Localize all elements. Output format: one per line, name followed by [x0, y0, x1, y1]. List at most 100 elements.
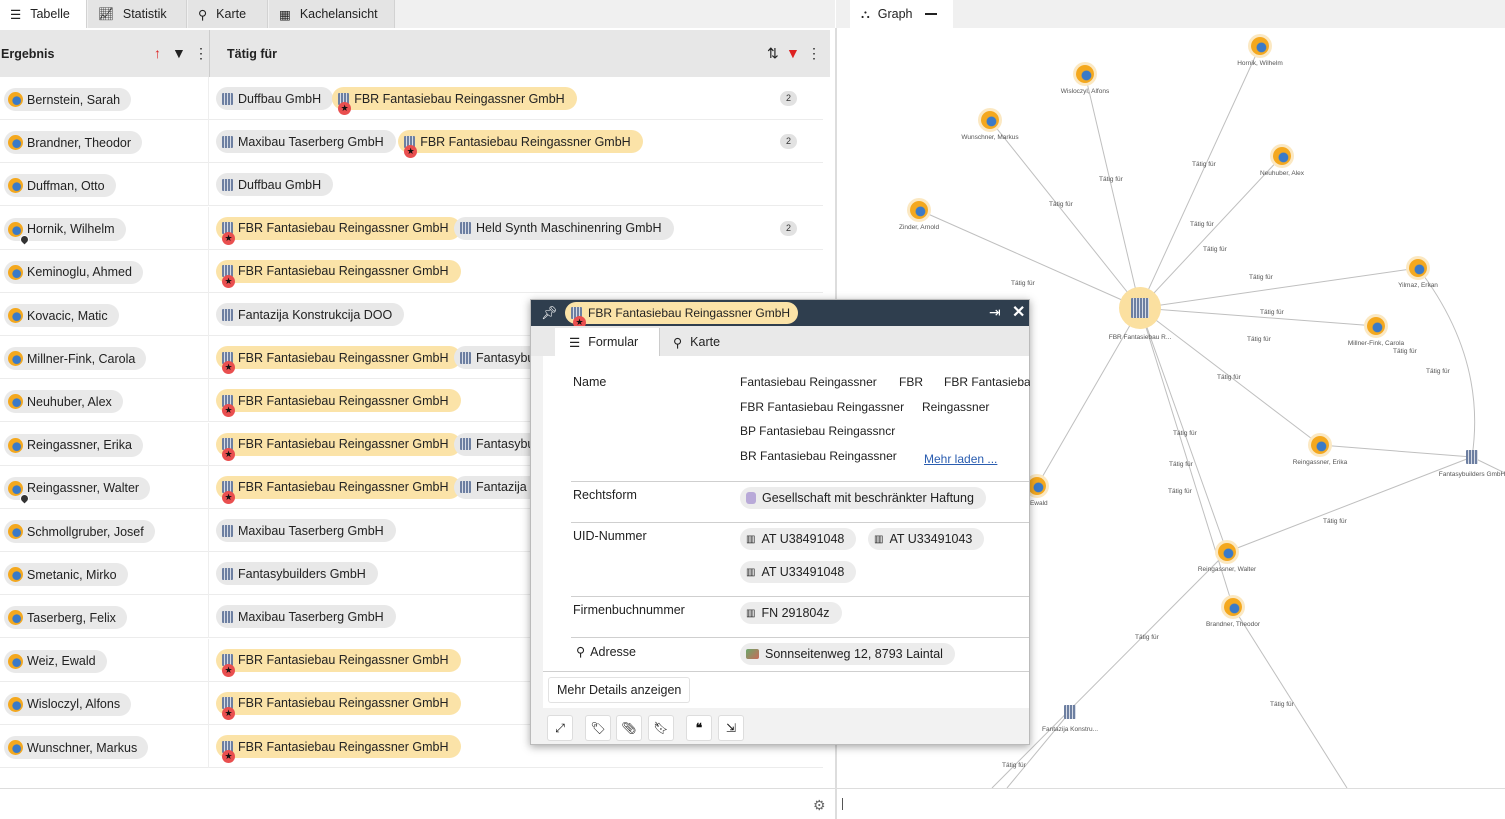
table-row[interactable]: Duffman, Otto Duffbau GmbH [0, 163, 823, 207]
graph-person-node[interactable] [1076, 65, 1094, 83]
table-row[interactable]: Keminoglu, Ahmed FBR Fantasiebau Reingass… [0, 249, 823, 293]
table-header: Ergebnis ↑ ▼ ⋮ Tätig für ⇅ ▼ ⋮ [0, 30, 830, 77]
expand-icon[interactable]: ⤢ [548, 716, 572, 740]
tab-map[interactable]: ⚲ Karte [188, 0, 268, 28]
table-row[interactable]: Brandner, Theodor Maxibau Taserberg GmbH F… [0, 120, 823, 164]
company-chip[interactable]: Held Synth Maschinenring GmbH [454, 216, 674, 240]
graph-person-node[interactable] [1367, 317, 1385, 335]
star-icon: ★ [222, 490, 235, 504]
person-icon [8, 135, 23, 151]
company-chip[interactable]: Maxibau Taserberg GmbH [216, 605, 396, 629]
person-chip[interactable]: Keminoglu, Ahmed [4, 260, 143, 284]
company-chip[interactable]: Duffbau GmbH [216, 87, 334, 110]
address-label: ⚲ Adresse [576, 645, 637, 659]
uid-chip[interactable]: ▥ AT U33491048 [740, 561, 857, 583]
graph-company-node[interactable] [1466, 450, 1478, 464]
more-details-button[interactable]: Mehr Details anzeigen [549, 678, 690, 702]
uid-chip[interactable]: ▥ AT U33491043 [868, 528, 985, 550]
person-chip[interactable]: Smetanic, Mirko [4, 563, 128, 587]
tag-icon[interactable]: 🏷︎ [586, 716, 610, 740]
graph-person-node[interactable] [910, 201, 928, 219]
uid-chip[interactable]: ▥ AT U38491048 [740, 528, 857, 550]
table-row[interactable]: Hornik, Wilhelm FBR Fantasiebau Reingassn… [0, 206, 823, 250]
popup-tab-form[interactable]: ☰ Formular [555, 328, 659, 356]
open-in-icon[interactable]: ⇥ [989, 304, 1001, 321]
graph-edge-label: Tätig für [1099, 176, 1123, 183]
tab-graph[interactable]: ⛬ Graph [850, 0, 953, 28]
graph-person-node[interactable] [1311, 436, 1329, 454]
graph-person-node[interactable] [1409, 259, 1427, 277]
tab-table[interactable]: ☰ Tabelle [0, 0, 87, 28]
attachment-icon[interactable]: 📎︎ [617, 716, 641, 740]
company-chip[interactable]: Maxibau Taserberg GmbH [216, 519, 396, 542]
company-chip-primary[interactable]: FBR Fantasiebau Reingassner GmbH ★ [216, 735, 461, 763]
person-chip[interactable]: Hornik, Wilhelm [4, 217, 126, 246]
tab-tiles[interactable]: ▦ Kachelansicht [269, 0, 395, 28]
person-chip[interactable]: Taserberg, Felix [4, 606, 127, 630]
graph-person-node[interactable] [981, 111, 999, 129]
company-chip-primary[interactable]: FBR Fantasiebau Reingassner GmbH ★ [216, 389, 461, 418]
legal-form-chip[interactable]: Gesellschaft mit beschränkter Haftung [740, 487, 986, 509]
graph-center-node[interactable] [1119, 287, 1161, 329]
filter-icon[interactable]: ▼ [172, 46, 186, 60]
person-chip[interactable]: Weiz, Ewald [4, 649, 107, 673]
table-row[interactable]: Bernstein, Sarah Duffbau GmbH FBR Fantasie… [0, 77, 823, 120]
company-chip[interactable]: Maxibau Taserberg GmbH [216, 130, 396, 154]
person-chip[interactable]: Wisloczyl, Alfons [4, 692, 132, 716]
address-chip[interactable]: Sonnseitenweg 12, 8793 Laintal [740, 643, 955, 665]
export-icon[interactable]: ⇲ [719, 716, 743, 740]
company-chip-primary[interactable]: FBR Fantasiebau Reingassner GmbH ★ [332, 87, 577, 115]
pin-icon[interactable]: 📌︎ [541, 305, 558, 321]
graph-person-node[interactable] [1273, 147, 1291, 165]
close-icon[interactable]: ✕ [1012, 302, 1025, 322]
company-chip-primary[interactable]: FBR Fantasiebau Reingassner GmbH ★ [216, 648, 461, 677]
person-chip[interactable]: Reingassner, Erika [4, 433, 143, 457]
company-chip[interactable]: Duffbau GmbH [216, 173, 334, 197]
person-chip[interactable]: Millner-Fink, Carola [4, 347, 147, 371]
graph-person-node[interactable] [1251, 37, 1269, 55]
company-chip[interactable]: Fantazija Konstrukcija DOO [216, 303, 405, 326]
company-chip-primary[interactable]: FBR Fantasiebau Reingassner GmbH ★ [216, 475, 461, 504]
register-chip[interactable]: ▥ FN 291804z [740, 602, 842, 624]
more-options-icon[interactable]: ⋮ [807, 46, 821, 60]
settings-gear-icon[interactable]: ⚙ [813, 797, 826, 814]
more-options-icon[interactable]: ⋮ [194, 46, 208, 60]
person-chip[interactable]: Duffman, Otto [4, 174, 116, 198]
graph-person-node[interactable] [1218, 543, 1236, 561]
company-chip[interactable]: Fantasybuilders GmbH [216, 562, 378, 586]
sort-icon[interactable]: ⇅ [767, 46, 779, 60]
graph-company-node[interactable] [1064, 705, 1076, 719]
column-header-result[interactable]: Ergebnis [1, 30, 55, 77]
bookmark-icon[interactable]: 🔖︎ [649, 716, 673, 740]
cell-divider [208, 681, 209, 725]
company-chip-primary[interactable]: FBR Fantasiebau Reingassner GmbH ★ [398, 130, 643, 159]
load-more-link[interactable]: Mehr laden ... [924, 452, 997, 466]
person-chip[interactable]: Reingassner, Walter [4, 476, 151, 505]
name-value: Fantasiebau Reingassner [740, 375, 877, 389]
person-chip[interactable]: Bernstein, Sarah [4, 88, 132, 111]
company-chip-primary[interactable]: FBR Fantasiebau Reingassner GmbH ★ [216, 216, 461, 245]
graph-person-node[interactable] [1028, 477, 1046, 495]
tab-statistics[interactable]: 📈︎ Statistik [88, 0, 187, 28]
minimize-icon[interactable] [924, 13, 937, 15]
graph-person-node[interactable] [1224, 598, 1242, 616]
person-chip[interactable]: Wunschner, Markus [4, 736, 149, 759]
person-chip[interactable]: Neuhuber, Alex [4, 390, 123, 414]
company-chip-primary[interactable]: FBR Fantasiebau Reingassner GmbH ★ [216, 346, 461, 375]
company-chip-primary[interactable]: FBR Fantasiebau Reingassner GmbH ★ [216, 259, 461, 288]
legal-form-icon [746, 492, 756, 504]
person-chip[interactable]: Brandner, Theodor [4, 131, 143, 155]
person-chip[interactable]: Kovacic, Matic [4, 304, 119, 327]
person-chip[interactable]: Schmollgruber, Josef [4, 520, 155, 543]
person-icon [8, 437, 23, 453]
popup-title-chip[interactable]: FBR Fantasiebau Reingassner GmbH ★ [565, 302, 799, 329]
company-chip-primary[interactable]: FBR Fantasiebau Reingassner GmbH ★ [216, 432, 461, 461]
map-pin-icon: ⚲ [198, 7, 208, 22]
sort-up-icon[interactable]: ↑ [154, 46, 161, 60]
column-header-works-for[interactable]: Tätig für [227, 30, 277, 77]
column-divider [209, 30, 210, 77]
quote-icon[interactable]: ❝ [687, 716, 711, 740]
company-chip-primary[interactable]: FBR Fantasiebau Reingassner GmbH ★ [216, 691, 461, 720]
filter-active-icon[interactable]: ▼ [786, 46, 800, 60]
popup-tab-map[interactable]: ⚲ Karte [673, 328, 753, 356]
